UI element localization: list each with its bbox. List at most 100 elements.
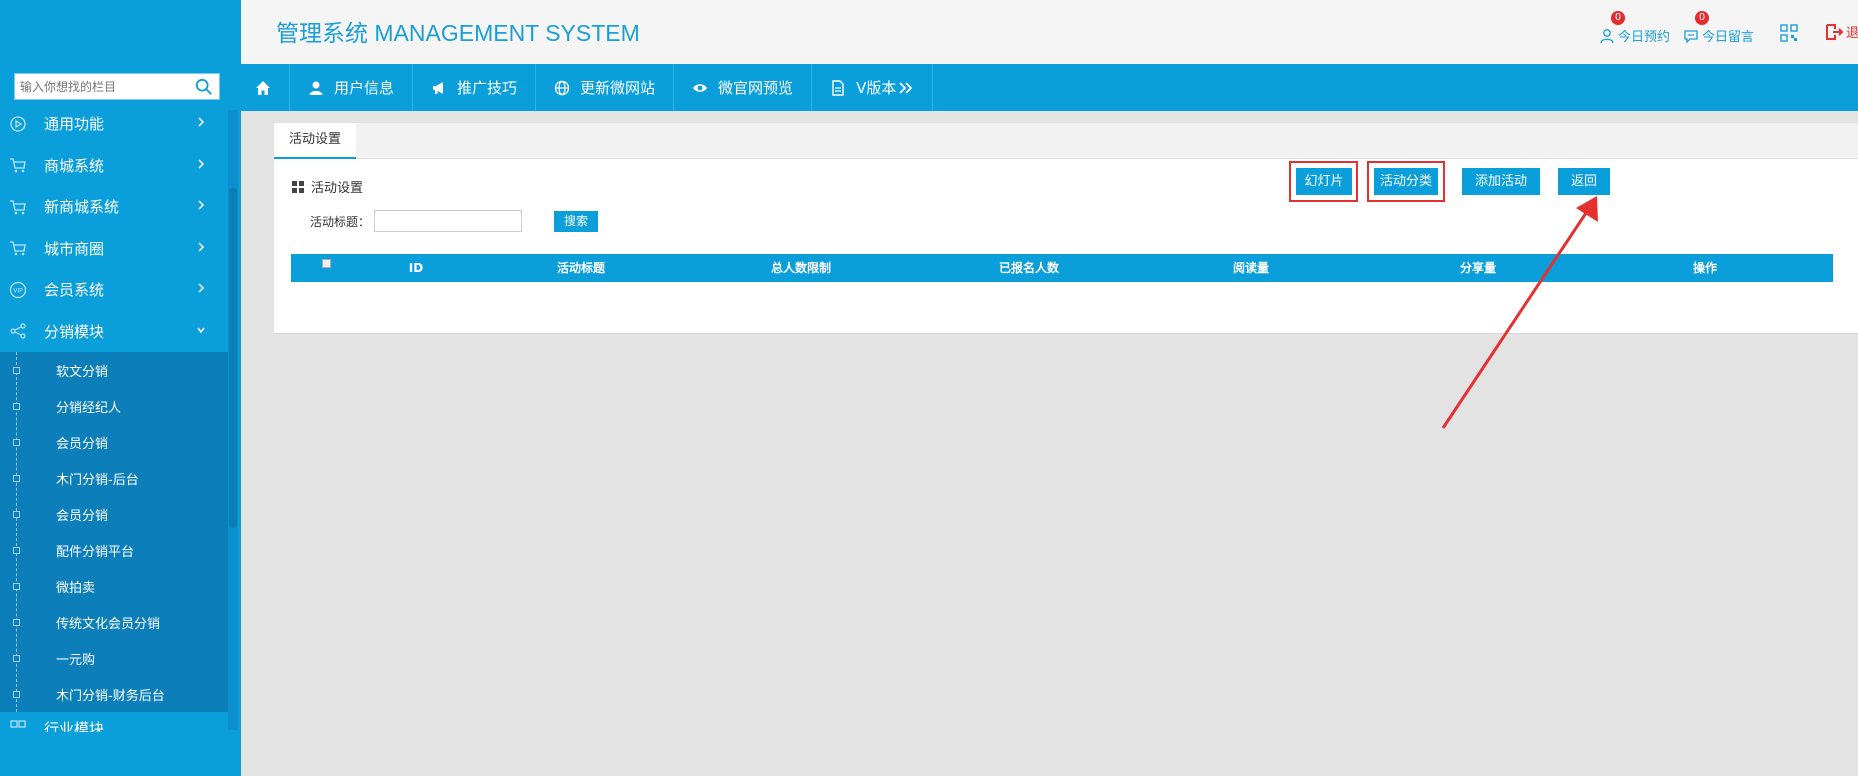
logout-link[interactable]: 退 <box>1825 22 1858 41</box>
sidebar-item-label: 城市商圈 <box>44 239 105 258</box>
qr-code-icon[interactable] <box>1780 24 1798 42</box>
activity-panel: 活动设置 活动标题： 搜索 幻灯片 活动分类 添加活动 返回 ID 活动标题 总… <box>274 159 1858 334</box>
select-all-checkbox[interactable] <box>322 259 331 268</box>
submenu-item[interactable]: 微拍卖 <box>0 568 228 604</box>
column-header-views: 阅读量 <box>1232 261 1269 275</box>
sidebar-item-industry[interactable]: 行业模块 <box>0 712 228 732</box>
submenu-item[interactable]: 木门分销-财务后台 <box>0 676 228 712</box>
cart-icon <box>8 197 28 217</box>
submenu-item[interactable]: 木门分销-后台 <box>0 460 228 496</box>
submenu-item-label: 配件分销平台 <box>56 544 135 560</box>
chat-icon <box>1684 29 1698 44</box>
chevron-right-icon <box>198 283 205 293</box>
submenu-item[interactable]: 传统文化会员分销 <box>0 604 228 640</box>
grid-icon <box>292 180 304 193</box>
sidebar-item-label: 会员系统 <box>44 281 105 300</box>
play-circle-icon <box>8 114 28 134</box>
chevron-right-icon <box>198 117 205 127</box>
vip-icon: VIP <box>8 280 28 300</box>
sidebar-item-label: 分销模块 <box>44 322 105 341</box>
nav-version[interactable]: V版本 <box>812 64 934 111</box>
tree-node-icon <box>13 619 20 626</box>
sidebar-item-label: 行业模块 <box>44 720 105 732</box>
nav-home[interactable] <box>241 64 290 111</box>
submenu-item[interactable]: 分销经纪人 <box>0 388 228 424</box>
nav-promotion-tips[interactable]: 推广技巧 <box>413 64 537 111</box>
notification-badge: 0 <box>1695 11 1709 25</box>
sidebar-menu: 通用功能 商城系统 新商城系统 城市商圈 VIP 会员系统 分销模块 软文分销 … <box>0 103 228 732</box>
submenu-item-label: 软文分销 <box>56 364 109 380</box>
submenu-item[interactable]: 配件分销平台 <box>0 532 228 568</box>
submenu-item-label: 会员分销 <box>56 436 109 452</box>
column-header-registered: 已报名人数 <box>998 261 1059 275</box>
cart-icon <box>8 155 28 175</box>
submenu-item-label: 一元购 <box>56 652 96 668</box>
user-icon <box>1600 28 1614 43</box>
sidebar-scrollbar[interactable] <box>229 188 237 528</box>
panel-title: 活动设置 <box>291 177 363 196</box>
search-button[interactable]: 搜索 <box>554 211 598 232</box>
tab-bar: 活动设置 <box>274 123 1858 159</box>
tree-node-icon <box>13 691 20 698</box>
page-title: 管理系统 MANAGEMENT SYSTEM <box>276 20 640 46</box>
activity-table-header: ID 活动标题 总人数限制 已报名人数 阅读量 分享量 操作 <box>291 254 1833 282</box>
nav-user-info[interactable]: 用户信息 <box>290 64 414 111</box>
today-appointments-link[interactable]: 0 今日预约 <box>1599 11 1671 45</box>
back-button[interactable]: 返回 <box>1558 168 1610 195</box>
user-icon <box>309 81 323 95</box>
nav-label: 推广技巧 <box>457 79 518 97</box>
add-activity-button[interactable]: 添加活动 <box>1462 168 1540 195</box>
panel-title-label: 活动设置 <box>311 181 364 196</box>
sidebar-item-general[interactable]: 通用功能 <box>0 103 228 145</box>
tree-node-icon <box>13 511 20 518</box>
sidebar-item-city-circle[interactable]: 城市商圈 <box>0 228 228 270</box>
submenu-item[interactable]: 软文分销 <box>0 352 228 388</box>
today-messages-link[interactable]: 0 今日留言 <box>1683 11 1754 45</box>
submenu-item[interactable]: 会员分销 <box>0 496 228 532</box>
sidebar-submenu-distribution: 软文分销 分销经纪人 会员分销 木门分销-后台 会员分销 配件分销平台 微拍卖 … <box>0 352 228 712</box>
cart-icon <box>8 238 28 258</box>
search-icon[interactable] <box>195 78 213 96</box>
submenu-item-label: 分销经纪人 <box>56 400 122 416</box>
doc-icon <box>832 79 844 96</box>
double-chevron-right-icon <box>899 81 913 94</box>
submenu-item-label: 传统文化会员分销 <box>56 616 161 632</box>
nav-label: 微官网预览 <box>718 79 794 97</box>
submenu-item-label: 微拍卖 <box>56 580 96 596</box>
sidebar-item-distribution[interactable]: 分销模块 <box>0 310 228 352</box>
tree-node-icon <box>13 403 20 410</box>
nav-preview-site[interactable]: 微官网预览 <box>674 64 813 111</box>
top-nav: 用户信息 推广技巧 更新微网站 微官网预览 V版本 <box>241 64 1858 111</box>
sidebar-item-mall[interactable]: 商城系统 <box>0 145 228 187</box>
tab-activity-settings[interactable]: 活动设置 <box>274 123 357 159</box>
submenu-item[interactable]: 一元购 <box>0 640 228 676</box>
home-icon <box>256 80 270 95</box>
search-form: 活动标题： <box>310 210 523 232</box>
sidebar-search[interactable] <box>14 73 220 100</box>
column-header-actions: 操作 <box>1692 261 1717 275</box>
highlight-box <box>1289 161 1358 202</box>
nav-label: 用户信息 <box>334 79 395 97</box>
activity-title-input[interactable] <box>374 210 523 232</box>
tree-node-icon <box>13 655 20 662</box>
chevron-right-icon <box>198 158 205 169</box>
main-content: 活动设置 活动设置 活动标题： 搜索 幻灯片 活动分类 添加活动 返回 ID 活… <box>241 111 1858 776</box>
chevron-right-icon <box>198 200 205 210</box>
sidebar-item-new-mall[interactable]: 新商城系统 <box>0 186 228 228</box>
chevron-right-icon <box>198 241 205 252</box>
submenu-item-label: 木门分销-后台 <box>56 472 139 488</box>
grid-icon <box>8 718 28 732</box>
submenu-item[interactable]: 会员分销 <box>0 424 228 460</box>
svg-text:VIP: VIP <box>13 287 23 294</box>
logout-icon <box>1826 23 1843 40</box>
header: 管理系统 MANAGEMENT SYSTEM 0 今日预约 0 今日留言 退 <box>241 0 1858 64</box>
nav-update-site[interactable]: 更新微网站 <box>536 64 675 111</box>
sidebar-search-input[interactable] <box>15 74 190 99</box>
today-appointments-label: 今日预约 <box>1618 30 1671 45</box>
search-title-label: 活动标题： <box>310 214 371 229</box>
megaphone-icon <box>433 81 444 94</box>
sidebar-item-member[interactable]: VIP 会员系统 <box>0 269 228 311</box>
sidebar-item-label: 通用功能 <box>44 115 105 134</box>
nav-label: 更新微网站 <box>580 79 656 97</box>
sidebar-item-label: 商城系统 <box>44 156 105 175</box>
